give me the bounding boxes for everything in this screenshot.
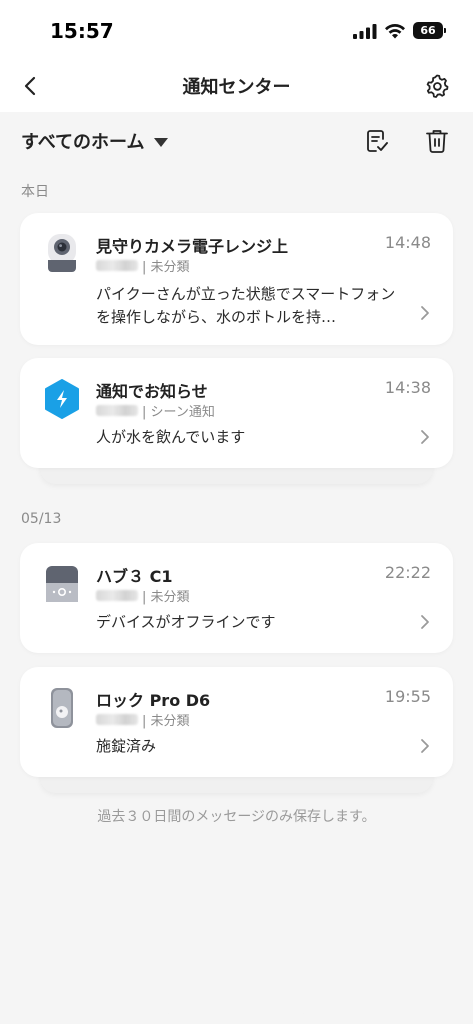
notification-category: | 未分類 — [142, 260, 190, 275]
section-label-today: 本日 — [21, 184, 49, 200]
notification-title: 通知でお知らせ — [96, 382, 208, 401]
chevron-right-icon — [417, 614, 433, 630]
camera-icon — [42, 233, 82, 275]
toolbar: すべてのホーム — [0, 112, 473, 168]
notification-body: パイクーさんが立った状態でスマートフォンを操作しながら、水のボトルを持… — [96, 285, 396, 326]
mark-all-read-button[interactable] — [362, 126, 392, 156]
status-icons: 66 — [353, 22, 446, 39]
status-bar: 15:57 66 — [0, 0, 473, 60]
notification-title: ハブ３ C1 — [96, 567, 173, 586]
notification-category: | シーン通知 — [142, 405, 215, 420]
checklist-icon — [367, 130, 388, 152]
notification-meta: | 未分類 — [96, 256, 190, 275]
delete-button[interactable] — [422, 126, 452, 156]
notification-card[interactable]: ハブ３ C1 22:22 | 未分類 デバイスがオフラインです — [20, 543, 453, 653]
battery-icon: 66 — [413, 22, 446, 39]
notification-card[interactable]: 見守りカメラ電子レンジ上 14:48 | 未分類 パイクーさんが立った状態でスマ… — [20, 213, 453, 345]
page-title: 通知センター — [182, 77, 291, 98]
notification-meta: | 未分類 — [96, 586, 190, 605]
notification-card[interactable]: 通知でお知らせ 14:38 | シーン通知 人が水を飲んでいます — [20, 358, 453, 468]
wifi-icon — [385, 23, 405, 38]
cellular-signal-icon — [353, 23, 377, 39]
notification-time: 22:22 — [384, 563, 431, 582]
home-filter-dropdown[interactable]: すべてのホーム — [21, 128, 169, 154]
lock-icon — [42, 687, 82, 729]
settings-button[interactable] — [421, 70, 453, 102]
chevron-right-icon — [417, 305, 433, 321]
redacted-home-name — [96, 405, 138, 416]
chevron-right-icon — [417, 738, 433, 754]
notification-time: 14:38 — [384, 378, 431, 397]
caret-down-icon — [154, 137, 169, 147]
notification-time: 14:48 — [384, 233, 431, 252]
notification-body: 人が水を飲んでいます — [96, 428, 246, 446]
gear-icon — [426, 74, 449, 98]
notification-meta: | シーン通知 — [96, 401, 215, 420]
section-label-date: 05/13 — [21, 511, 62, 527]
status-time: 15:57 — [50, 19, 114, 43]
redacted-home-name — [96, 714, 138, 725]
home-filter-label: すべてのホーム — [21, 132, 145, 153]
notification-meta: | 未分類 — [96, 710, 190, 729]
hub-icon — [42, 563, 82, 605]
trash-icon — [426, 130, 448, 153]
notification-title: ロック Pro D6 — [96, 691, 211, 710]
redacted-home-name — [96, 260, 138, 271]
retention-note: 過去３０日間のメッセージのみ保存します。 — [97, 809, 376, 825]
scene-bolt-icon — [42, 378, 82, 420]
redacted-home-name — [96, 590, 138, 601]
notification-title: 見守りカメラ電子レンジ上 — [96, 237, 289, 256]
chevron-right-icon — [417, 429, 433, 445]
notification-category: | 未分類 — [142, 714, 190, 729]
notification-category: | 未分類 — [142, 590, 190, 605]
nav-bar: 通知センター — [0, 60, 473, 112]
notification-body: 施錠済み — [96, 737, 157, 755]
notification-card[interactable]: ロック Pro D6 19:55 | 未分類 施錠済み — [20, 667, 453, 777]
home-indicator — [168, 1011, 304, 1016]
notification-body: デバイスがオフラインです — [96, 613, 276, 631]
notification-time: 19:55 — [384, 687, 431, 706]
